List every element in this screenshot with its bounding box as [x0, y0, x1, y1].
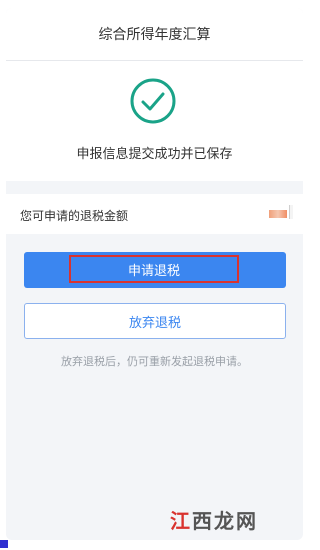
- refund-amount-label: 您可申请的退税金额: [20, 209, 129, 223]
- give-up-refund-label: 放弃退税: [128, 315, 181, 331]
- check-circle-icon: [130, 78, 176, 124]
- app-screen: 综合所得年度汇算 申报信息提交成功并已保存 您可申请的退税金额 申请退税 放弃退…: [6, 8, 303, 540]
- refund-hint-text: 放弃退税后，仍可重新发起退税申请。: [61, 355, 248, 368]
- success-panel: 申报信息提交成功并已保存: [6, 61, 303, 181]
- watermark-char: 网: [236, 509, 256, 533]
- page-title: 综合所得年度汇算: [98, 27, 211, 43]
- refund-amount-edge: [289, 205, 293, 219]
- apply-refund-button[interactable]: 申请退税: [24, 252, 286, 288]
- refund-amount-redacted: [269, 210, 287, 218]
- watermark-char: 江: [170, 509, 190, 533]
- apply-refund-label: 申请退税: [127, 263, 180, 279]
- watermark-char: 西: [192, 509, 212, 533]
- success-message: 申报信息提交成功并已保存: [76, 147, 233, 162]
- apply-refund-highlight: 申请退税: [69, 255, 239, 283]
- refund-amount-row: 您可申请的退税金额: [6, 194, 303, 234]
- watermark-logo: 江 西 龙 网: [170, 504, 280, 538]
- watermark-char: 龙: [214, 509, 234, 533]
- corner-marker: [0, 540, 8, 548]
- page-header: 综合所得年度汇算: [6, 8, 303, 61]
- give-up-refund-button[interactable]: 放弃退税: [24, 303, 286, 339]
